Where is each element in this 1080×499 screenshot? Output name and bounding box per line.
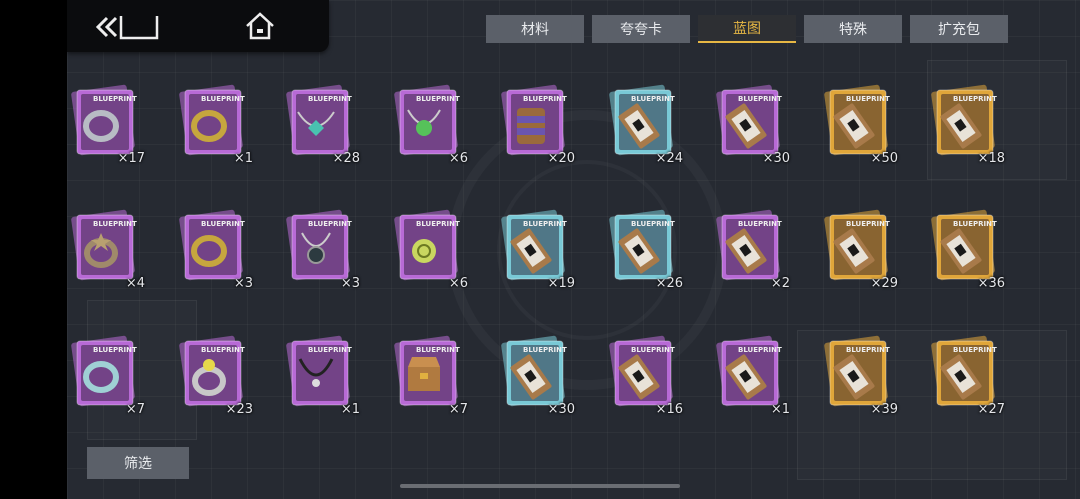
blueprint-item[interactable]: BLUEPRINT ×7 [376,333,472,417]
blueprint-label: BLUEPRINT [631,95,675,103]
blueprint-label: BLUEPRINT [201,220,245,228]
top-navigation-bar [67,0,329,52]
blueprint-item[interactable]: BLUEPRINT ×1 [268,333,364,417]
blueprint-item[interactable]: BLUEPRINT ×19 [483,207,579,291]
item-count: ×7 [125,402,145,417]
tab-expansion-packs[interactable]: 扩充包 [910,15,1008,43]
blueprint-item[interactable]: BLUEPRINT ×6 [376,207,472,291]
blueprint-label: BLUEPRINT [416,220,460,228]
home-button[interactable] [243,10,277,44]
blueprint-item[interactable]: BLUEPRINT ×16 [591,333,687,417]
blueprint-label: BLUEPRINT [738,95,782,103]
item-count: ×19 [547,276,575,291]
blueprint-item[interactable]: BLUEPRINT ×3 [268,207,364,291]
item-count: ×1 [340,402,360,417]
blueprint-label: BLUEPRINT [846,220,890,228]
item-count: ×6 [448,276,468,291]
item-count: ×18 [977,151,1005,166]
blueprint-item[interactable]: BLUEPRINT ×17 [53,82,149,166]
blueprint-label: BLUEPRINT [631,346,675,354]
blueprint-item[interactable]: BLUEPRINT ×6 [376,82,472,166]
item-count: ×23 [225,402,253,417]
item-count: ×7 [448,402,468,417]
blueprint-label: BLUEPRINT [846,346,890,354]
item-count: ×1 [233,151,253,166]
blueprint-item[interactable]: BLUEPRINT ×1 [161,82,257,166]
item-count: ×30 [762,151,790,166]
blueprint-item[interactable]: BLUEPRINT ×7 [53,333,149,417]
blueprint-label: BLUEPRINT [93,95,137,103]
tab-materials[interactable]: 材料 [486,15,584,43]
blueprint-label: BLUEPRINT [308,346,352,354]
tab-blueprints[interactable]: 蓝图 [698,15,796,43]
item-count: ×36 [977,276,1005,291]
blueprint-label: BLUEPRINT [308,220,352,228]
item-count: ×4 [125,276,145,291]
blueprint-item[interactable]: BLUEPRINT ×29 [806,207,902,291]
filter-button[interactable]: 筛选 [87,447,189,479]
blueprint-item[interactable]: BLUEPRINT ×36 [913,207,1009,291]
blueprint-label: BLUEPRINT [523,95,567,103]
blueprint-item[interactable]: BLUEPRINT ×4 [53,207,149,291]
blueprint-label: BLUEPRINT [953,346,997,354]
blueprint-label: BLUEPRINT [201,346,245,354]
blueprint-item[interactable]: BLUEPRINT ×2 [698,207,794,291]
blueprint-label: BLUEPRINT [93,220,137,228]
item-count: ×3 [233,276,253,291]
item-count: ×24 [655,151,683,166]
item-count: ×2 [770,276,790,291]
item-count: ×17 [117,151,145,166]
blueprint-item[interactable]: BLUEPRINT ×24 [591,82,687,166]
item-count: ×50 [870,151,898,166]
blueprint-label: BLUEPRINT [416,95,460,103]
item-count: ×27 [977,402,1005,417]
blueprint-item[interactable]: BLUEPRINT ×50 [806,82,902,166]
blueprint-item[interactable]: BLUEPRINT ×30 [698,82,794,166]
blueprint-label: BLUEPRINT [953,95,997,103]
blueprint-item[interactable]: BLUEPRINT ×30 [483,333,579,417]
blueprint-item[interactable]: BLUEPRINT ×27 [913,333,1009,417]
blueprint-item[interactable]: BLUEPRINT ×3 [161,207,257,291]
blueprint-label: BLUEPRINT [523,220,567,228]
item-count: ×6 [448,151,468,166]
blueprint-label: BLUEPRINT [631,220,675,228]
blueprint-label: BLUEPRINT [523,346,567,354]
item-count: ×28 [332,151,360,166]
back-arrow-icon [95,16,159,40]
blueprint-item[interactable]: BLUEPRINT ×28 [268,82,364,166]
item-count: ×16 [655,402,683,417]
item-count: ×20 [547,151,575,166]
item-count: ×26 [655,276,683,291]
blueprint-label: BLUEPRINT [308,95,352,103]
tab-praise-cards[interactable]: 夸夸卡 [592,15,690,43]
blueprint-label: BLUEPRINT [416,346,460,354]
blueprint-item[interactable]: BLUEPRINT ×26 [591,207,687,291]
item-count: ×1 [770,402,790,417]
blueprint-label: BLUEPRINT [738,220,782,228]
back-button[interactable] [93,10,163,44]
item-count: ×39 [870,402,898,417]
item-count: ×30 [547,402,575,417]
blueprint-label: BLUEPRINT [953,220,997,228]
tab-special[interactable]: 特殊 [804,15,902,43]
horizontal-scrollbar[interactable] [400,484,680,488]
blueprint-label: BLUEPRINT [201,95,245,103]
blueprint-label: BLUEPRINT [738,346,782,354]
blueprint-item[interactable]: BLUEPRINT ×18 [913,82,1009,166]
item-count: ×3 [340,276,360,291]
blueprint-item[interactable]: BLUEPRINT ×20 [483,82,579,166]
blueprint-item[interactable]: BLUEPRINT ×23 [161,333,257,417]
blueprint-label: BLUEPRINT [846,95,890,103]
blueprint-item[interactable]: BLUEPRINT ×39 [806,333,902,417]
blueprint-item[interactable]: BLUEPRINT ×1 [698,333,794,417]
blueprint-label: BLUEPRINT [93,346,137,354]
home-icon [246,12,274,40]
item-count: ×29 [870,276,898,291]
